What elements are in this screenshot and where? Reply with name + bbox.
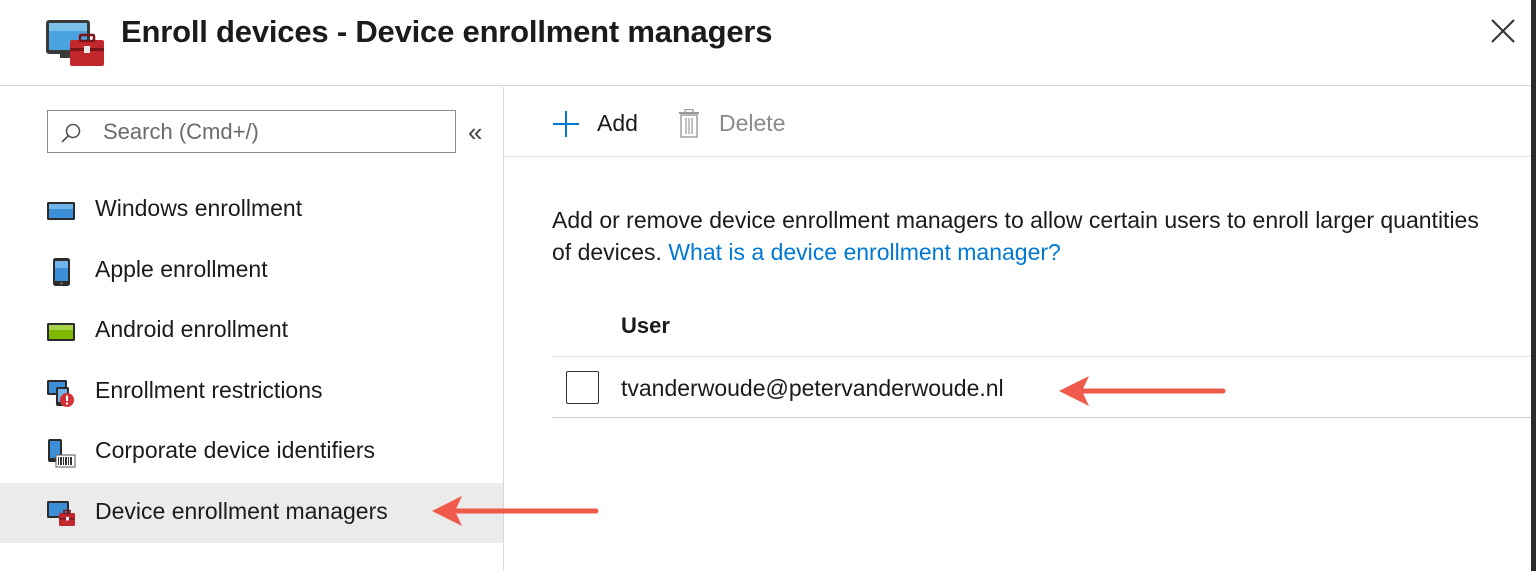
help-link[interactable]: What is a device enrollment manager? bbox=[668, 239, 1060, 265]
user-cell: tvanderwoude@petervanderwoude.nl bbox=[621, 375, 1004, 401]
device-enrollment-managers-icon bbox=[46, 20, 104, 66]
description-text: Add or remove device enrollment managers… bbox=[552, 204, 1492, 268]
trash-icon bbox=[679, 109, 699, 138]
window-edge bbox=[1531, 0, 1536, 571]
windows-device-icon bbox=[47, 202, 75, 220]
sidebar-item-apple-enrollment[interactable]: Apple enrollment bbox=[0, 241, 503, 302]
page-title: Enroll devices - Device enrollment manag… bbox=[121, 14, 773, 49]
apple-device-icon bbox=[53, 257, 70, 286]
sidebar-item-label: Android enrollment bbox=[95, 316, 289, 342]
search-box[interactable] bbox=[47, 110, 456, 153]
enrollment-restrictions-icon bbox=[47, 379, 74, 407]
table-row[interactable]: tvanderwoude@petervanderwoude.nl bbox=[552, 357, 1536, 418]
add-button-label: Add bbox=[597, 110, 638, 136]
sidebar-item-enrollment-restrictions[interactable]: Enrollment restrictions bbox=[0, 362, 503, 423]
close-icon[interactable] bbox=[1488, 16, 1518, 46]
sidebar-item-label: Windows enrollment bbox=[95, 195, 303, 221]
annotation-arrow-icon bbox=[1059, 376, 1226, 406]
column-header-user[interactable]: User bbox=[621, 313, 670, 339]
collapse-sidebar-button[interactable]: « bbox=[468, 117, 482, 147]
sidebar-item-android-enrollment[interactable]: Android enrollment bbox=[0, 301, 503, 362]
android-device-icon bbox=[47, 323, 75, 341]
sidebar-item-label: Corporate device identifiers bbox=[95, 437, 375, 463]
search-icon bbox=[61, 123, 81, 143]
sidebar-item-corporate-device-identifiers[interactable]: Corporate device identifiers bbox=[0, 422, 503, 483]
sidebar-nav: Windows enrollment Apple enrollment Andr… bbox=[0, 180, 503, 543]
plus-icon bbox=[553, 111, 579, 137]
blade-header: Enroll devices - Device enrollment manag… bbox=[0, 0, 1536, 86]
device-enrollment-managers-icon bbox=[47, 500, 75, 526]
annotation-arrow-icon bbox=[432, 496, 599, 526]
sidebar-item-label: Device enrollment managers bbox=[95, 497, 388, 524]
sidebar-item-windows-enrollment[interactable]: Windows enrollment bbox=[0, 180, 503, 241]
command-bar: Add Delete bbox=[505, 87, 1536, 157]
sidebar-item-label: Enrollment restrictions bbox=[95, 376, 323, 403]
search-input[interactable] bbox=[103, 117, 443, 147]
corporate-device-identifiers-icon bbox=[48, 439, 76, 468]
sidebar-item-label: Apple enrollment bbox=[95, 255, 268, 282]
delete-button-label: Delete bbox=[719, 110, 786, 136]
row-checkbox[interactable] bbox=[566, 371, 599, 404]
